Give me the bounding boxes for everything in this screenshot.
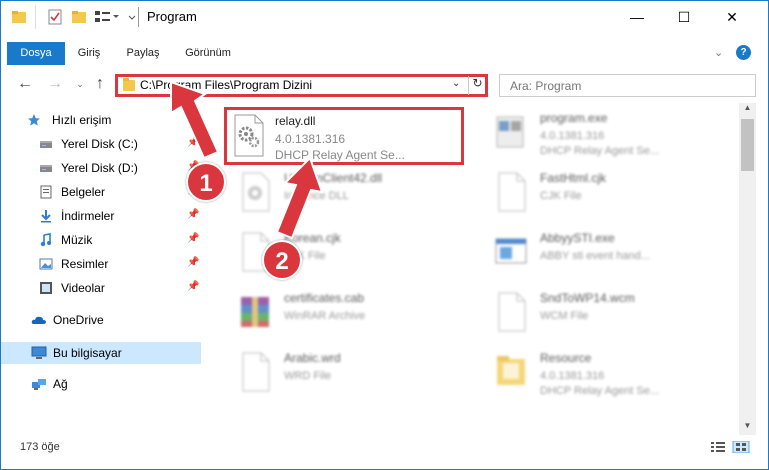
arrow-2 [275,156,324,240]
arrow-1 [170,80,220,160]
callout-1: 1 [186,162,226,202]
annotation-overlay [170,80,324,240]
callout-2: 2 [262,240,302,280]
